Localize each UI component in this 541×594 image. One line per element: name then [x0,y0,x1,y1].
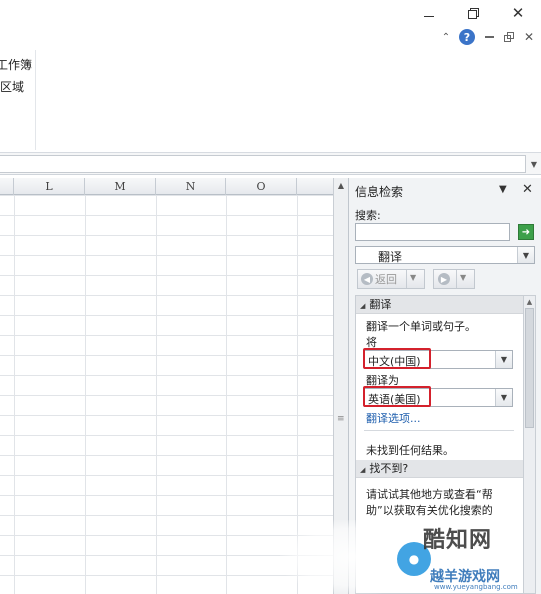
forward-button[interactable]: ▶ ▼ [433,269,475,289]
close-icon: ✕ [511,4,525,22]
separator [456,270,457,288]
minimize-icon [484,36,494,38]
watermark-url: www.yueyangbang.com [434,583,518,591]
triangle-down-icon: ◢ [360,302,366,310]
arrow-right-icon: ➜ [521,226,531,238]
column-header-m[interactable]: M [85,178,156,195]
column-header-l[interactable]: L [14,178,85,195]
restore-icon [503,32,514,42]
window-close-button[interactable]: ✕ [503,2,533,24]
search-input[interactable] [355,223,510,241]
formula-input[interactable] [0,155,526,173]
pane-close-button[interactable]: ✕ [522,182,533,197]
window-minimize-button[interactable] [414,2,444,24]
grid-line [85,195,86,594]
grid-line [226,195,227,594]
separator [406,270,407,288]
close-icon: ✕ [522,182,533,197]
expand-formula-bar-button[interactable]: ▼ [528,155,540,173]
close-icon: ✕ [523,30,535,44]
scroll-up-icon[interactable]: ▲ [336,180,346,190]
restore-icon [467,7,479,19]
ribbon-group: 工作簿 区域 [0,50,36,150]
back-label: 返回 [375,273,397,286]
pane-options-button[interactable]: ▼ [499,184,507,195]
service-select[interactable]: 翻译 ▼ [355,246,535,264]
column-headers: L M N O [0,178,333,195]
grip-icon[interactable]: ≡ [337,415,345,424]
navigation-row: ◀ 返回 ▼ ▶ ▼ [355,269,535,289]
chevron-down-icon[interactable]: ▼ [517,247,534,263]
chevron-up-icon: ⌃ [441,31,451,43]
column-header-o[interactable]: O [226,178,297,195]
minimize-icon [424,15,434,17]
arrow-left-icon: ◀ [361,273,373,285]
service-select-value: 翻译 [378,250,403,264]
ribbon-controls: ⌃ ? ✕ [436,28,541,48]
no-results-text: 未找到任何结果。 [366,444,454,457]
help-button[interactable]: ? [458,28,476,46]
search-go-button[interactable]: ➜ [518,224,534,240]
chevron-down-icon: ▼ [530,159,538,169]
back-button[interactable]: ◀ 返回 ▼ [357,269,425,289]
divider [364,430,514,431]
grid-line [156,195,157,594]
collapse-ribbon-button[interactable]: ⌃ [438,28,454,46]
window-title-bar: ✕ [0,0,541,26]
to-language-highlight [363,386,431,407]
help-icon: ? [459,29,475,45]
arrow-right-icon: ▶ [438,273,450,285]
scroll-up-icon[interactable]: ▲ [525,298,534,306]
from-language-highlight [363,348,431,369]
workbook-minimize-button[interactable] [482,28,496,46]
ribbon: 工作簿 区域 [0,50,541,153]
translate-section-title: 翻译 [369,298,392,311]
workbook-restore-button[interactable] [502,28,516,46]
not-found-section-title: 找不到? [369,462,409,475]
not-found-section-header[interactable]: ◢ 找不到? [356,460,523,478]
chevron-down-icon[interactable]: ▼ [460,273,466,282]
column-header-p[interactable] [297,178,333,195]
chevron-down-icon[interactable]: ▼ [410,273,416,282]
results-scrollbar[interactable]: ▲ [524,295,536,594]
column-header-n[interactable]: N [156,178,226,195]
translation-options-link[interactable]: 翻译选项... [366,410,421,426]
chevron-down-icon[interactable]: ▼ [495,389,512,406]
triangle-down-icon: ◢ [360,466,366,474]
column-header-partial[interactable] [0,178,14,195]
scroll-thumb[interactable] [525,308,534,428]
translate-section-header[interactable]: ◢ 翻译 [356,296,523,314]
pane-title: 信息检索 [355,185,404,199]
ribbon-button-region[interactable]: 区域 [0,78,32,95]
workbook-close-button[interactable]: ✕ [522,28,536,46]
search-label: 搜索: [355,209,381,222]
formula-bar: ▼ [0,153,541,175]
ribbon-button-workbook[interactable]: 工作簿 [0,56,32,73]
help-text-line-2: 助”以获取有关优化搜索的 [366,504,493,517]
watermark-brand: 酷知网 [423,528,493,553]
chevron-down-icon: ▼ [499,184,507,195]
translate-instruction: 翻译一个单词或句子。 [366,320,476,333]
grid-line [14,195,15,594]
help-text-line-1: 请试试其他地方或查看“帮 [366,488,493,501]
chevron-down-icon[interactable]: ▼ [495,351,512,368]
window-restore-button[interactable] [458,2,488,24]
